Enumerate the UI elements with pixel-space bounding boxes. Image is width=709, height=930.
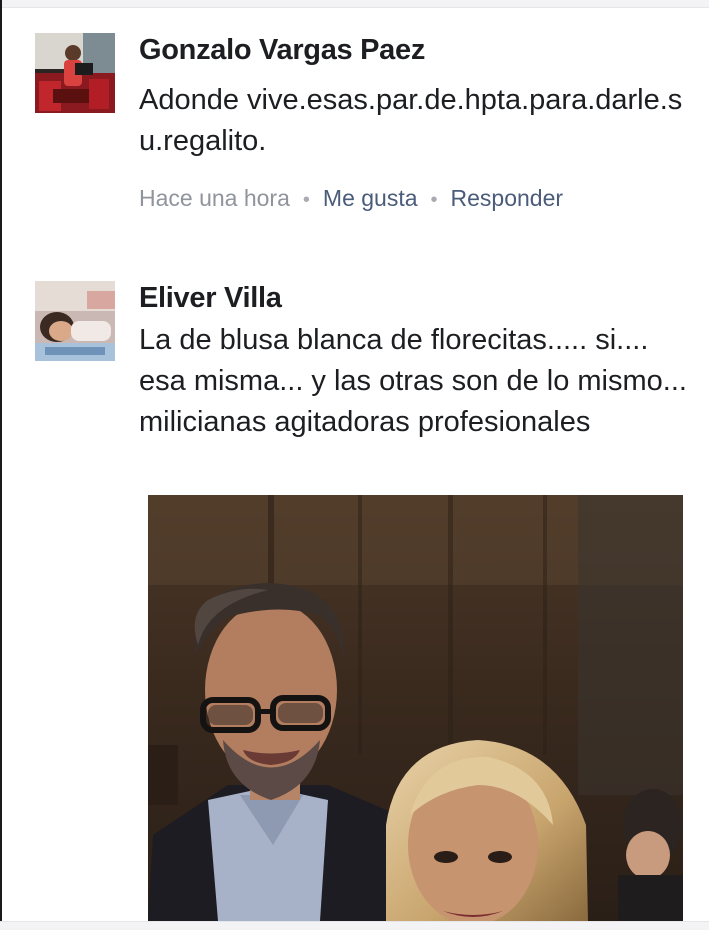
comment-attached-photo[interactable]	[148, 495, 683, 921]
comment-timestamp[interactable]: Hace una hora	[139, 185, 290, 211]
separator-dot-icon: •	[430, 189, 438, 211]
comment-author[interactable]: Gonzalo Vargas Paez	[139, 33, 699, 67]
comment-body: Gonzalo Vargas Paez Adonde vive.esas.par…	[139, 33, 699, 214]
comment: Gonzalo Vargas Paez Adonde vive.esas.par…	[35, 33, 695, 243]
comment-author[interactable]: Eliver Villa	[139, 281, 699, 315]
attached-photo-image-icon	[148, 495, 683, 921]
left-edge	[0, 0, 2, 929]
reply-button[interactable]: Responder	[451, 185, 564, 211]
top-divider	[0, 0, 709, 8]
separator-dot-icon: •	[302, 189, 310, 211]
comment-actions: Hace una hora • Me gusta • Responder	[139, 184, 699, 214]
user-avatar-photo-icon	[35, 33, 115, 113]
avatar[interactable]	[35, 281, 115, 361]
avatar[interactable]	[35, 33, 115, 113]
user-avatar-photo-icon	[35, 281, 115, 361]
comment-text: La de blusa blanca de florecitas..... si…	[139, 324, 687, 438]
like-button[interactable]: Me gusta	[323, 185, 418, 211]
comment-body: Eliver Villa La de blusa blanca de flore…	[139, 281, 699, 443]
comment-text: Adonde vive.esas.par.de.hpta.para.darle.…	[139, 84, 683, 157]
